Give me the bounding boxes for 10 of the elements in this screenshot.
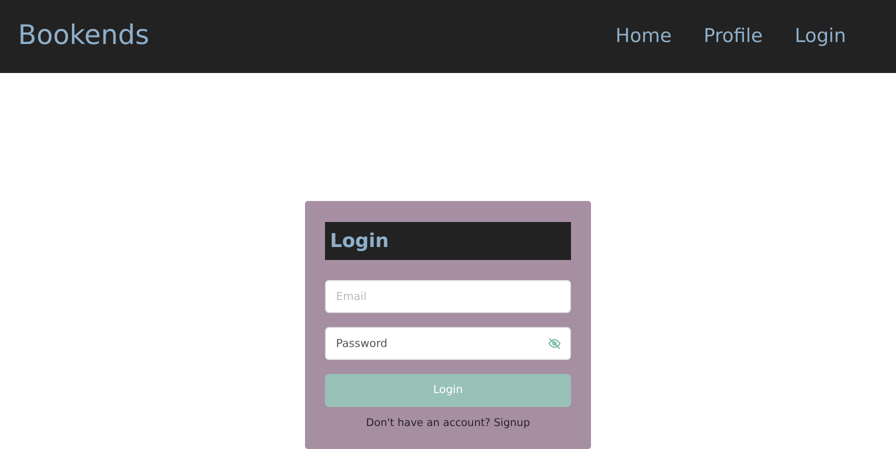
signup-prompt: Don't have an account? Signup: [364, 416, 531, 431]
password-field[interactable]: Password: [325, 327, 571, 360]
nav-link[interactable]: Profile: [704, 22, 763, 51]
brand-logo[interactable]: Bookends: [18, 16, 150, 57]
nav-link[interactable]: Home: [616, 22, 672, 51]
eye-off-icon[interactable]: [548, 337, 561, 350]
nav-link[interactable]: Login: [794, 22, 846, 51]
signup-link[interactable]: Signup: [494, 417, 530, 429]
card-title: Login: [325, 222, 571, 260]
email-field[interactable]: Email: [325, 280, 571, 313]
